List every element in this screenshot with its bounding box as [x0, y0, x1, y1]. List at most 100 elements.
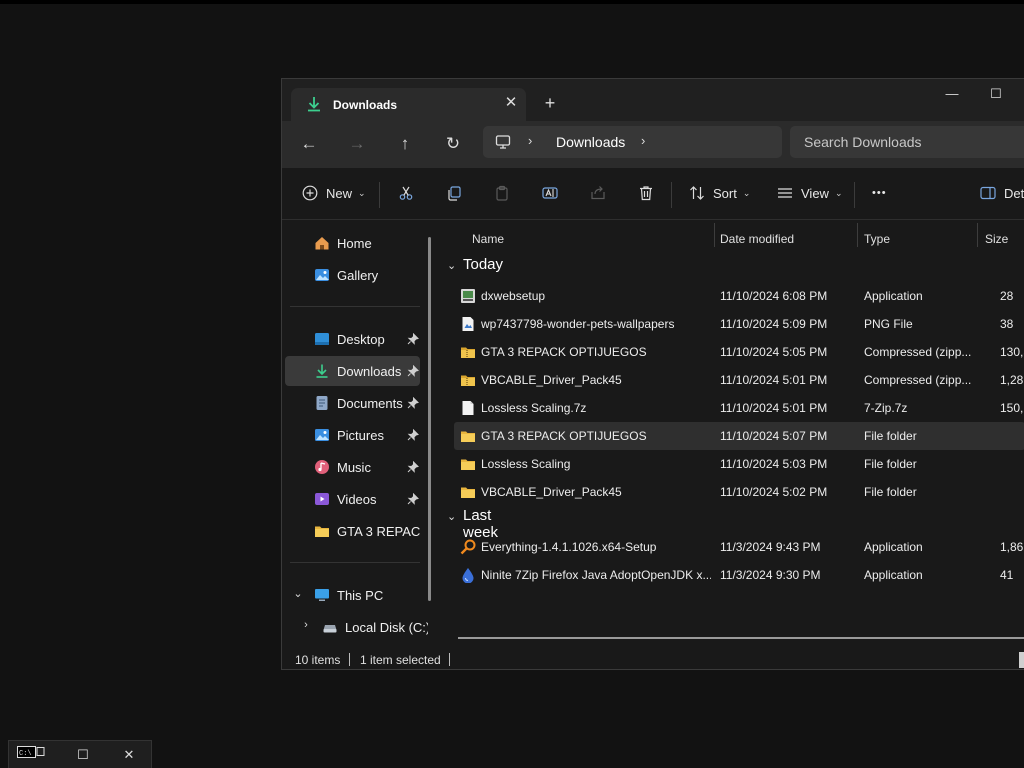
chevron-right-icon[interactable]: › [299, 619, 313, 631]
file-name: Everything-1.4.1.1026.x64-Setup [481, 540, 657, 554]
sidebar-scrollbar[interactable] [428, 237, 431, 601]
column-divider[interactable] [857, 223, 858, 247]
view-button[interactable]: View ⌄ [777, 179, 843, 207]
divider [349, 653, 350, 666]
column-header-date-modified[interactable]: Date modified [720, 232, 794, 246]
sidebar-item-label: Gallery [337, 268, 379, 283]
list-item[interactable]: Ninite 7Zip Firefox Java AdoptOpenJDK x.… [454, 561, 1024, 589]
file-type: File folder [864, 485, 917, 499]
list-item[interactable]: VBCABLE_Driver_Pack45 11/10/2024 5:02 PM… [454, 478, 1024, 506]
sidebar-item-documents[interactable]: Documents [285, 388, 420, 418]
sidebar-item-gallery[interactable]: Gallery [285, 260, 420, 290]
title-bar: Downloads ✕ + — ☐ [282, 79, 1024, 121]
share-button[interactable] [590, 179, 606, 207]
delete-button[interactable] [638, 179, 654, 207]
details-view-icon[interactable] [1019, 652, 1024, 668]
file-size: 1,28 [1000, 373, 1024, 387]
horizontal-scrollbar[interactable] [458, 637, 1024, 639]
svg-text:C:\: C:\ [19, 750, 32, 758]
close-button[interactable]: ✕ [118, 745, 140, 765]
close-tab-icon[interactable]: ✕ [500, 92, 522, 114]
list-item[interactable]: VBCABLE_Driver_Pack45 11/10/2024 5:01 PM… [454, 366, 1024, 394]
paste-button[interactable] [494, 179, 510, 207]
tab-downloads[interactable]: Downloads ✕ [291, 88, 526, 121]
file-explorer-window: Downloads ✕ + — ☐ ← → ↑ ↻ › Downloads › … [281, 78, 1024, 670]
share-icon [590, 185, 606, 201]
cut-button[interactable] [398, 179, 414, 207]
sidebar-item-home[interactable]: Home [285, 228, 420, 258]
list-item[interactable]: GTA 3 REPACK OPTIJUEGOS 11/10/2024 5:07 … [454, 422, 1024, 450]
column-divider[interactable] [977, 223, 978, 247]
tab-title: Downloads [333, 98, 398, 112]
pin-icon[interactable] [407, 492, 419, 505]
sort-button[interactable]: Sort ⌄ [689, 179, 750, 207]
list-item[interactable]: Everything-1.4.1.1026.x64-Setup 11/3/202… [454, 533, 1024, 561]
file-date: 11/3/2024 9:30 PM [720, 568, 821, 582]
sidebar-item-desktop[interactable]: Desktop [285, 324, 420, 354]
back-button[interactable]: ← [294, 129, 324, 159]
pin-icon[interactable] [407, 332, 419, 345]
list-item[interactable]: Lossless Scaling.7z 11/10/2024 5:01 PM 7… [454, 394, 1024, 422]
sidebar-item-this-pc[interactable]: ⌄ This PC [285, 580, 420, 610]
computer-icon [314, 587, 330, 603]
column-headers: Name Date modified Type Size [439, 220, 1024, 250]
list-item[interactable]: GTA 3 REPACK OPTIJUEGOS 11/10/2024 5:05 … [454, 338, 1024, 366]
list-item[interactable]: wp7437798-wonder-pets-wallpapers 11/10/2… [454, 310, 1024, 338]
forward-button[interactable]: → [342, 129, 372, 159]
chevron-down-icon: ⌄ [834, 187, 843, 198]
address-bar[interactable]: › Downloads › [483, 126, 782, 158]
more-options-button[interactable]: ••• [872, 179, 887, 207]
list-item[interactable]: Lossless Scaling 11/10/2024 5:03 PM File… [454, 450, 1024, 478]
file-name: wp7437798-wonder-pets-wallpapers [481, 317, 675, 331]
search-box[interactable] [790, 126, 1024, 158]
chevron-down-icon[interactable]: ⌄ [291, 587, 305, 600]
view-label: View [801, 185, 829, 201]
sidebar-item-downloads[interactable]: Downloads [285, 356, 420, 386]
maximize-button[interactable]: ☐ [973, 79, 1019, 111]
file-type: Application [864, 540, 923, 554]
new-button[interactable]: New ⌄ [302, 179, 366, 207]
copy-button[interactable] [446, 179, 462, 207]
sidebar-item-label: Home [337, 236, 372, 251]
sidebar-item-label: Local Disk (C:) [345, 620, 428, 635]
pin-icon[interactable] [407, 428, 419, 441]
sidebar-item-videos[interactable]: Videos [285, 484, 420, 514]
trash-icon [638, 185, 654, 201]
refresh-button[interactable]: ↻ [438, 129, 468, 159]
download-icon [305, 95, 323, 113]
details-pane-button[interactable]: Details [980, 179, 1024, 207]
everything-search-icon [460, 539, 476, 555]
file-name: Lossless Scaling [481, 457, 571, 471]
pin-icon[interactable] [407, 364, 419, 377]
sidebar-item-pictures[interactable]: Pictures [285, 420, 420, 450]
divider [379, 182, 380, 208]
pictures-icon [314, 427, 330, 443]
maximize-button[interactable]: ☐ [72, 745, 94, 765]
column-divider[interactable] [714, 223, 715, 247]
breadcrumb-separator[interactable]: › [528, 133, 532, 148]
breadcrumb-downloads[interactable]: Downloads [556, 134, 625, 150]
chevron-down-icon: ⌄ [447, 260, 457, 272]
search-input[interactable] [804, 133, 1004, 151]
minimize-button[interactable]: — [929, 79, 975, 111]
zip-folder-icon [460, 372, 476, 388]
file-icon [460, 400, 476, 416]
column-header-size[interactable]: Size [985, 232, 1008, 246]
list-item[interactable]: dxwebsetup 11/10/2024 6:08 PM Applicatio… [454, 282, 1024, 310]
divider [290, 306, 420, 307]
pin-icon[interactable] [407, 396, 419, 409]
up-button[interactable]: ↑ [390, 129, 420, 159]
sidebar-item-music[interactable]: Music [285, 452, 420, 482]
rename-button[interactable] [542, 179, 558, 207]
column-header-name[interactable]: Name [472, 232, 504, 246]
breadcrumb-separator[interactable]: › [641, 133, 645, 148]
column-header-type[interactable]: Type [864, 232, 890, 246]
new-tab-button[interactable]: + [539, 92, 561, 114]
file-name: GTA 3 REPACK OPTIJUEGOS [481, 345, 647, 359]
file-date: 11/10/2024 5:05 PM [720, 345, 828, 359]
details-label: Details [1004, 185, 1024, 201]
minimized-console-window[interactable]: C:\ ☐ ✕ [8, 740, 152, 768]
sidebar-item-local-disk[interactable]: › Local Disk (C:) [285, 612, 428, 642]
sidebar-item-gta3-folder[interactable]: GTA 3 REPACK OPTIJUEGOS [285, 516, 420, 546]
pin-icon[interactable] [407, 460, 419, 473]
